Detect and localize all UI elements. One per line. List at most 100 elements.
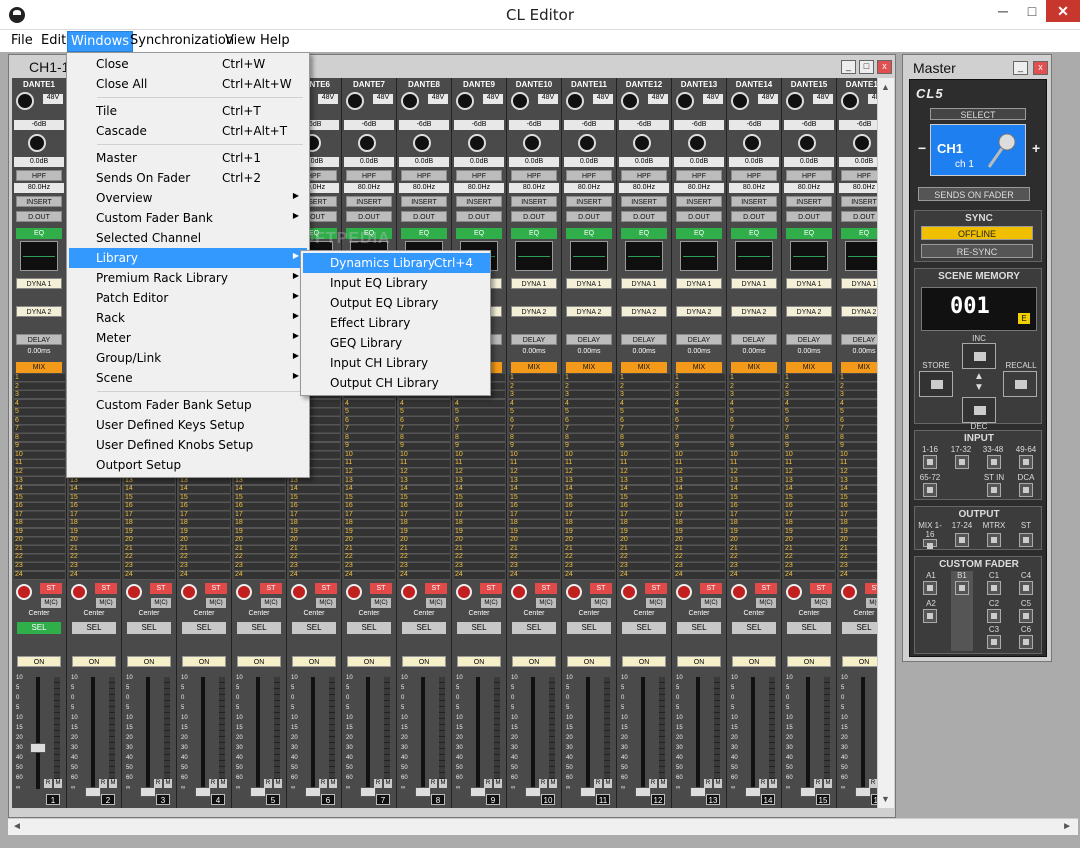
monitor-button[interactable]: M — [384, 779, 392, 788]
scroll-left-icon[interactable]: ◄ — [12, 821, 22, 832]
mix-sends[interactable]: 123456789101112131415161718192021222324 — [674, 374, 725, 580]
insert-button[interactable]: INSERT — [621, 196, 667, 207]
mono-button[interactable]: M(C) — [536, 598, 556, 608]
on-button[interactable]: ON — [732, 656, 776, 667]
mono-button[interactable]: M(C) — [646, 598, 666, 608]
store-button[interactable] — [919, 371, 953, 397]
fader-track[interactable] — [146, 677, 150, 789]
phantom-power-button[interactable]: 48V — [373, 94, 393, 104]
monitor-button[interactable]: M — [54, 779, 62, 788]
stereo-button[interactable]: ST — [755, 583, 777, 594]
mix-button[interactable]: MIX — [621, 362, 667, 373]
menu-item-custom-fader-bank-setup[interactable]: Custom Fader Bank Setup — [69, 395, 307, 415]
eq-button[interactable]: EQ — [621, 228, 667, 239]
pan-knob[interactable] — [786, 584, 802, 600]
bank-mix-button[interactable] — [923, 539, 937, 549]
fader-track[interactable] — [36, 677, 40, 789]
stereo-button[interactable]: ST — [480, 583, 502, 594]
gain-knob[interactable] — [841, 92, 859, 110]
record-button[interactable]: R — [484, 779, 492, 788]
eq-button[interactable]: EQ — [16, 228, 62, 239]
pan-knob[interactable] — [676, 584, 692, 600]
mix-sends[interactable]: 123456789101112131415161718192021222324 — [399, 374, 450, 580]
digital-gain-knob[interactable] — [468, 134, 486, 152]
monitor-button[interactable]: M — [439, 779, 447, 788]
phantom-power-button[interactable]: 48V — [318, 94, 338, 104]
hpf-button[interactable]: HPF — [676, 170, 722, 181]
direct-out-button[interactable]: D.OUT — [676, 211, 722, 222]
fader-cap[interactable] — [30, 743, 46, 753]
menu-item-input-eq-library[interactable]: Input EQ Library — [303, 273, 490, 293]
gain-knob[interactable] — [401, 92, 419, 110]
dyna2-button[interactable]: DYNA 2 — [676, 306, 722, 317]
phantom-power-button[interactable]: 48V — [593, 94, 613, 104]
stereo-button[interactable]: ST — [260, 583, 282, 594]
mix-sends[interactable]: 123456789101112131415161718192021222324 — [509, 374, 560, 580]
direct-out-button[interactable]: D.OUT — [16, 211, 62, 222]
menu-item-close-all[interactable]: Close All Ctrl+Alt+W — [69, 74, 307, 94]
mix-button[interactable]: MIX — [566, 362, 612, 373]
gain-knob[interactable] — [731, 92, 749, 110]
mono-button[interactable]: M(C) — [591, 598, 611, 608]
pan-knob[interactable] — [731, 584, 747, 600]
record-button[interactable]: R — [209, 779, 217, 788]
digital-gain-knob[interactable] — [743, 134, 761, 152]
fader-track[interactable] — [696, 677, 700, 789]
stereo-button[interactable]: ST — [810, 583, 832, 594]
bank-33-48-button[interactable] — [987, 455, 1001, 469]
monitor-button[interactable]: M — [329, 779, 337, 788]
on-button[interactable]: ON — [787, 656, 831, 667]
hpf-button[interactable]: HPF — [731, 170, 777, 181]
record-button[interactable]: R — [814, 779, 822, 788]
bank-dca-button[interactable] — [1019, 483, 1033, 497]
delay-button[interactable]: DELAY — [841, 334, 877, 345]
pan-knob[interactable] — [291, 584, 307, 600]
record-button[interactable]: R — [704, 779, 712, 788]
mix-button[interactable]: MIX — [731, 362, 777, 373]
mix-sends[interactable]: 123456789101112131415161718192021222324 — [619, 374, 670, 580]
on-button[interactable]: ON — [622, 656, 666, 667]
sel-button[interactable]: SEL — [677, 622, 721, 634]
sel-button[interactable]: SEL — [787, 622, 831, 634]
dyna1-button[interactable]: DYNA 1 — [786, 278, 832, 289]
record-button[interactable]: R — [319, 779, 327, 788]
menu-windows[interactable]: Windows — [67, 31, 134, 52]
bank-49-64-button[interactable] — [1019, 455, 1033, 469]
sel-button[interactable]: SEL — [567, 622, 611, 634]
custom-c1-button[interactable] — [987, 581, 1001, 595]
monitor-button[interactable]: M — [494, 779, 502, 788]
digital-gain-knob[interactable] — [413, 134, 431, 152]
menu-item-output-ch-library[interactable]: Output CH Library — [303, 373, 490, 393]
menu-item-outport-setup[interactable]: Outport Setup — [69, 455, 307, 475]
fader-track[interactable] — [91, 677, 95, 789]
menu-item-output-eq-library[interactable]: Output EQ Library — [303, 293, 490, 313]
hpf-button[interactable]: HPF — [401, 170, 447, 181]
fader-track[interactable] — [641, 677, 645, 789]
custom-c4-button[interactable] — [1019, 581, 1033, 595]
mono-button[interactable]: M(C) — [316, 598, 336, 608]
bank-17-24-button[interactable] — [955, 533, 969, 547]
record-button[interactable]: R — [869, 779, 877, 788]
on-button[interactable]: ON — [17, 656, 61, 667]
record-button[interactable]: R — [594, 779, 602, 788]
fader-track[interactable] — [586, 677, 590, 789]
insert-button[interactable]: INSERT — [401, 196, 447, 207]
bank-17-32-button[interactable] — [955, 455, 969, 469]
mix-sends[interactable]: 123456789101112131415161718192021222324 — [729, 374, 780, 580]
hpf-button[interactable]: HPF — [16, 170, 62, 181]
monitor-button[interactable]: M — [659, 779, 667, 788]
pan-knob[interactable] — [236, 584, 252, 600]
gain-knob[interactable] — [676, 92, 694, 110]
fader-track[interactable] — [476, 677, 480, 789]
stereo-button[interactable]: ST — [150, 583, 172, 594]
channel-fader[interactable]: 10 5 0 5 10 15 20 30 40 50 60 ∞ — [346, 673, 392, 797]
insert-button[interactable]: INSERT — [456, 196, 502, 207]
mix-sends[interactable]: 123456789101112131415161718192021222324 — [564, 374, 615, 580]
digital-gain-knob[interactable] — [358, 134, 376, 152]
mono-button[interactable]: M(C) — [371, 598, 391, 608]
stereo-button[interactable]: ST — [95, 583, 117, 594]
channel-fader[interactable]: 10 5 0 5 10 15 20 30 40 50 60 ∞ — [456, 673, 502, 797]
phantom-power-button[interactable]: 48V — [43, 94, 63, 104]
scroll-right-icon[interactable]: ► — [1062, 821, 1072, 832]
phantom-power-button[interactable]: 48V — [703, 94, 723, 104]
